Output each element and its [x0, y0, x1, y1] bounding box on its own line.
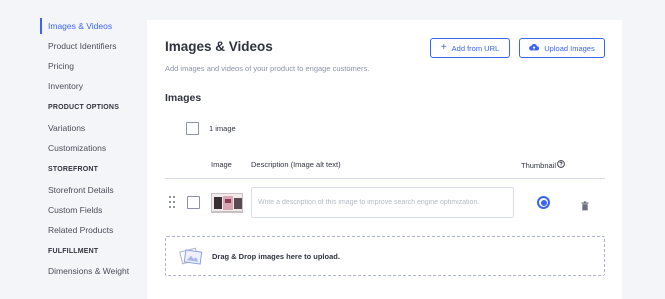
sidebar-item-images-videos[interactable]: Images & Videos: [48, 21, 112, 31]
column-header-image: Image: [211, 160, 232, 169]
plus-icon: +: [440, 42, 447, 53]
sidebar-heading-storefront: STOREFRONT: [48, 166, 99, 173]
sidebar-item-product-identifiers[interactable]: Product Identifiers: [48, 41, 117, 51]
image-description-input[interactable]: [251, 187, 514, 218]
row-select-checkbox[interactable]: [187, 196, 200, 209]
sidebar-item-dimensions-weight[interactable]: Dimensions & Weight: [48, 266, 129, 276]
help-circle-icon[interactable]: [557, 160, 565, 170]
dropzone-label: Drag & Drop images here to upload.: [212, 252, 340, 261]
active-indicator: [40, 18, 42, 34]
upload-images-button[interactable]: Upload Images: [519, 38, 605, 58]
cloud-upload-icon: [529, 43, 540, 54]
add-from-url-button[interactable]: + Add from URL: [430, 38, 510, 58]
column-header-description: Description (Image alt text): [251, 160, 341, 169]
column-header-thumbnail: Thumbnail: [521, 160, 565, 170]
sidebar-item-variations[interactable]: Variations: [48, 123, 85, 133]
drag-handle-icon[interactable]: [169, 196, 177, 210]
upload-dropzone[interactable]: Drag & Drop images here to upload.: [165, 236, 605, 276]
page-subtitle: Add images and videos of your product to…: [165, 64, 370, 73]
sidebar-heading-fulfillment: FULFILLMENT: [48, 248, 99, 255]
image-count-label: 1 image: [209, 124, 236, 133]
images-videos-panel: Images & Videos Add images and videos of…: [147, 20, 622, 299]
select-all-checkbox[interactable]: [186, 122, 199, 135]
sidebar-item-storefront-details[interactable]: Storefront Details: [48, 185, 114, 195]
images-section-title: Images: [165, 92, 202, 104]
sidebar-item-related-products[interactable]: Related Products: [48, 225, 113, 235]
sidebar-nav: Images & Videos Product Identifiers Pric…: [0, 0, 147, 299]
table-header-divider: [165, 178, 605, 179]
sidebar-item-customizations[interactable]: Customizations: [48, 143, 106, 153]
image-upload-icon: [178, 245, 204, 272]
sidebar-heading-product-options: PRODUCT OPTIONS: [48, 104, 120, 111]
sidebar-item-pricing[interactable]: Pricing: [48, 61, 74, 71]
upload-images-label: Upload Images: [544, 43, 595, 53]
thumbnail-header-label: Thumbnail: [521, 160, 557, 170]
add-from-url-label: Add from URL: [451, 43, 500, 53]
page-title: Images & Videos: [165, 39, 273, 54]
trash-icon[interactable]: [581, 198, 589, 211]
image-thumbnail[interactable]: [211, 193, 243, 213]
sidebar-item-inventory[interactable]: Inventory: [48, 81, 83, 91]
sidebar-item-custom-fields[interactable]: Custom Fields: [48, 205, 102, 215]
thumbnail-radio[interactable]: [537, 196, 550, 209]
